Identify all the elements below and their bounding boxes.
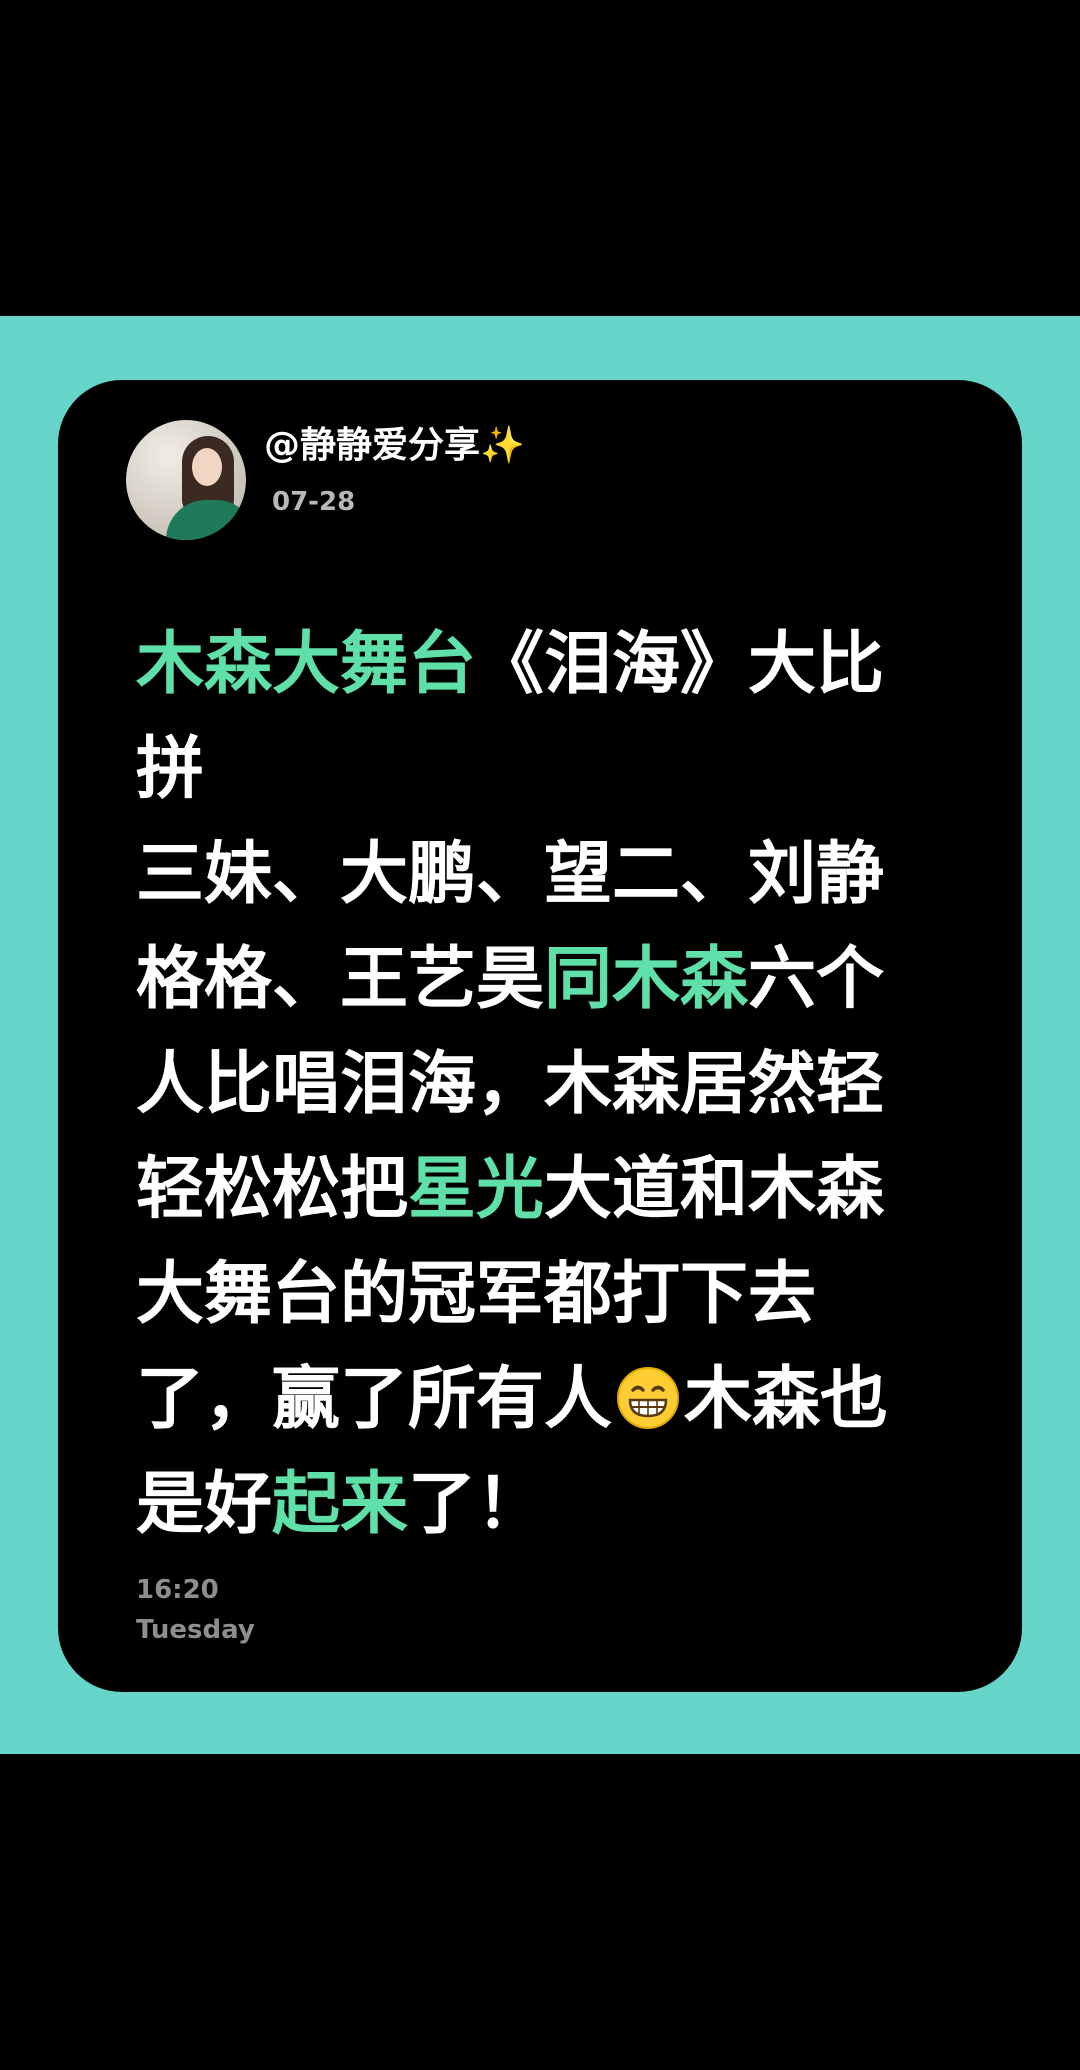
footer-day: Tuesday xyxy=(136,1615,255,1645)
post-body-line: 人比唱泪海，木森居然轻 xyxy=(136,1032,956,1137)
body-text: 木森也 xyxy=(684,1360,889,1439)
body-text: 三妹、大鹏、望二、刘静 xyxy=(136,835,885,914)
body-text: 《泪海》大比 xyxy=(476,625,885,704)
avatar-body xyxy=(166,500,246,540)
post-body-line: 木森大舞台《泪海》大比 xyxy=(136,612,956,717)
footer-time: 16:20 xyxy=(136,1575,219,1605)
body-text: 了！ xyxy=(408,1465,545,1544)
post-footer: 16:20 Tuesday xyxy=(136,1570,255,1650)
body-text: 拼 xyxy=(136,730,205,809)
body-text: 六个 xyxy=(748,940,885,1019)
body-text: 是好 xyxy=(136,1465,273,1544)
post-body-line: 三妹、大鹏、望二、刘静 xyxy=(136,822,956,927)
username[interactable]: @静静爱分享✨ xyxy=(264,422,525,470)
avatar[interactable] xyxy=(126,420,246,540)
screen: @静静爱分享✨ 07-28 木森大舞台《泪海》大比拼三妹、大鹏、望二、刘静 格格、… xyxy=(0,0,1080,2070)
body-text: 格格、王艺昊 xyxy=(136,940,545,1019)
highlighted-text: 木森大舞台 xyxy=(136,625,477,704)
highlighted-text: 起来 xyxy=(272,1465,409,1544)
post-body-line: 拼 xyxy=(136,717,956,822)
body-text: 人比唱泪海，木森居然轻 xyxy=(136,1045,885,1124)
highlighted-text: 星光 xyxy=(408,1150,545,1229)
post-date: 07-28 xyxy=(272,487,356,517)
body-text: 了，赢了所有人 xyxy=(136,1360,613,1439)
post-body-line: 轻松松把星光大道和木森 xyxy=(136,1137,956,1242)
username-text[interactable]: @静静爱分享 xyxy=(264,425,480,466)
body-text: 大舞台的冠军都打下去 xyxy=(136,1255,817,1334)
body-text: 大道和木森 xyxy=(544,1150,885,1229)
grinning-face-icon xyxy=(617,1367,680,1429)
body-text: 轻松松把 xyxy=(136,1150,409,1229)
avatar-face xyxy=(192,448,222,486)
post-body-line: 是好起来了！ xyxy=(136,1452,956,1557)
post-body-line: 了，赢了所有人 木森也 xyxy=(136,1347,956,1452)
highlighted-text: 同木森 xyxy=(544,940,749,1019)
sparkle-icon: ✨ xyxy=(480,425,525,466)
post-body: 木森大舞台《泪海》大比拼三妹、大鹏、望二、刘静 格格、王艺昊同木森六个 人比唱泪海，… xyxy=(136,612,956,1557)
post-body-line: 大舞台的冠军都打下去 xyxy=(136,1242,956,1347)
post-card[interactable]: @静静爱分享✨ 07-28 木森大舞台《泪海》大比拼三妹、大鹏、望二、刘静 格格、… xyxy=(58,380,1022,1692)
post-body-line: 格格、王艺昊同木森六个 xyxy=(136,927,956,1032)
